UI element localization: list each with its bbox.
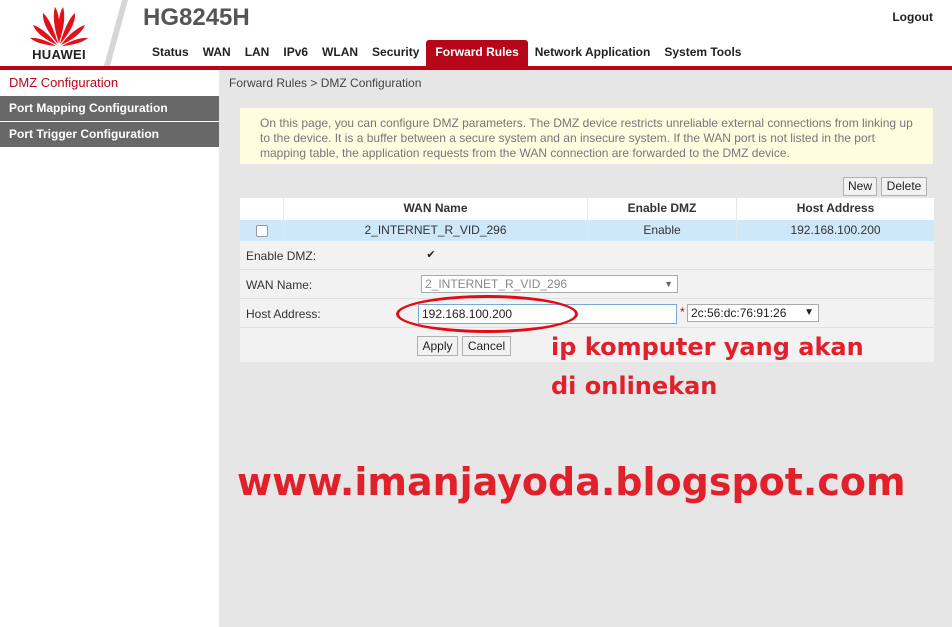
watermark-text: www.imanjayoda.blogspot.com bbox=[237, 460, 906, 504]
menu-security[interactable]: Security bbox=[365, 40, 426, 66]
info-note: On this page, you can configure DMZ para… bbox=[240, 108, 933, 164]
annotation-line-1: ip komputer yang akan bbox=[551, 333, 864, 361]
header: HUAWEI HG8245H Logout Status WAN LAN IPv… bbox=[0, 0, 952, 66]
table-row[interactable]: 2_INTERNET_R_VID_296 Enable 192.168.100.… bbox=[240, 220, 934, 241]
dmz-table: WAN Name Enable DMZ Host Address 2_INTER… bbox=[240, 198, 934, 241]
header-enable-dmz: Enable DMZ bbox=[588, 198, 737, 220]
menu-status[interactable]: Status bbox=[145, 40, 196, 66]
mac-address-select[interactable]: 2c:56:dc:76:91:26 ▼ bbox=[687, 304, 819, 322]
huawei-logo: HUAWEI bbox=[22, 3, 96, 63]
cancel-button[interactable]: Cancel bbox=[462, 336, 511, 356]
wan-name-label: WAN Name: bbox=[246, 278, 313, 292]
new-button[interactable]: New bbox=[843, 177, 877, 196]
apply-button[interactable]: Apply bbox=[417, 336, 458, 356]
breadcrumb: Forward Rules > DMZ Configuration bbox=[229, 76, 422, 90]
enable-dmz-checkbox[interactable]: ✔ bbox=[425, 249, 437, 261]
menu-system-tools[interactable]: System Tools bbox=[657, 40, 748, 66]
huawei-petals-icon bbox=[30, 7, 88, 46]
sidebar: DMZ Configuration Port Mapping Configura… bbox=[0, 70, 219, 627]
host-address-label: Host Address: bbox=[246, 307, 321, 321]
sidebar-item-dmz[interactable]: DMZ Configuration bbox=[0, 70, 219, 96]
header-divider bbox=[104, 0, 128, 66]
form-row-enable-dmz: Enable DMZ: ✔ bbox=[240, 241, 934, 270]
brand-name: HUAWEI bbox=[32, 47, 86, 62]
sidebar-item-port-mapping[interactable]: Port Mapping Configuration bbox=[0, 96, 219, 122]
row-enable-dmz: Enable bbox=[588, 220, 737, 241]
form-row-wan-name: WAN Name: 2_INTERNET_R_VID_296 ▼ bbox=[240, 270, 934, 299]
highlight-ellipse bbox=[396, 295, 578, 333]
row-select-cell bbox=[240, 220, 284, 241]
wan-name-value: 2_INTERNET_R_VID_296 bbox=[425, 277, 568, 291]
wan-name-select[interactable]: 2_INTERNET_R_VID_296 ▼ bbox=[421, 275, 678, 293]
logout-link[interactable]: Logout bbox=[892, 10, 933, 24]
dropdown-arrow-icon: ▼ bbox=[664, 279, 673, 289]
annotation-line-2: di onlinekan bbox=[551, 372, 718, 400]
sidebar-item-port-trigger[interactable]: Port Trigger Configuration bbox=[0, 122, 219, 148]
device-model: HG8245H bbox=[143, 4, 250, 31]
header-wan-name: WAN Name bbox=[284, 198, 588, 220]
form-row-host-address: Host Address: 192.168.100.200 * 2c:56:dc… bbox=[240, 299, 934, 328]
table-header: WAN Name Enable DMZ Host Address bbox=[240, 198, 934, 220]
row-checkbox[interactable] bbox=[255, 224, 268, 237]
header-host-address: Host Address bbox=[796, 201, 875, 215]
enable-dmz-label: Enable DMZ: bbox=[246, 249, 317, 263]
menu-forward-rules[interactable]: Forward Rules bbox=[426, 40, 528, 66]
menu-wan[interactable]: WAN bbox=[196, 40, 238, 66]
header-select bbox=[240, 198, 284, 220]
row-host-address: 192.168.100.200 bbox=[790, 223, 881, 237]
menu-network-application[interactable]: Network Application bbox=[528, 40, 658, 66]
delete-button[interactable]: Delete bbox=[881, 177, 927, 196]
main-menu: Status WAN LAN IPv6 WLAN Security Forwar… bbox=[145, 40, 748, 66]
menu-ipv6[interactable]: IPv6 bbox=[276, 40, 315, 66]
mac-address-value: 2c:56:dc:76:91:26 bbox=[691, 306, 787, 320]
dropdown-arrow-icon: ▼ bbox=[804, 307, 814, 318]
menu-wlan[interactable]: WLAN bbox=[315, 40, 365, 66]
required-mark: * bbox=[680, 305, 685, 319]
menu-lan[interactable]: LAN bbox=[238, 40, 277, 66]
row-wan-name: 2_INTERNET_R_VID_296 bbox=[284, 220, 588, 241]
